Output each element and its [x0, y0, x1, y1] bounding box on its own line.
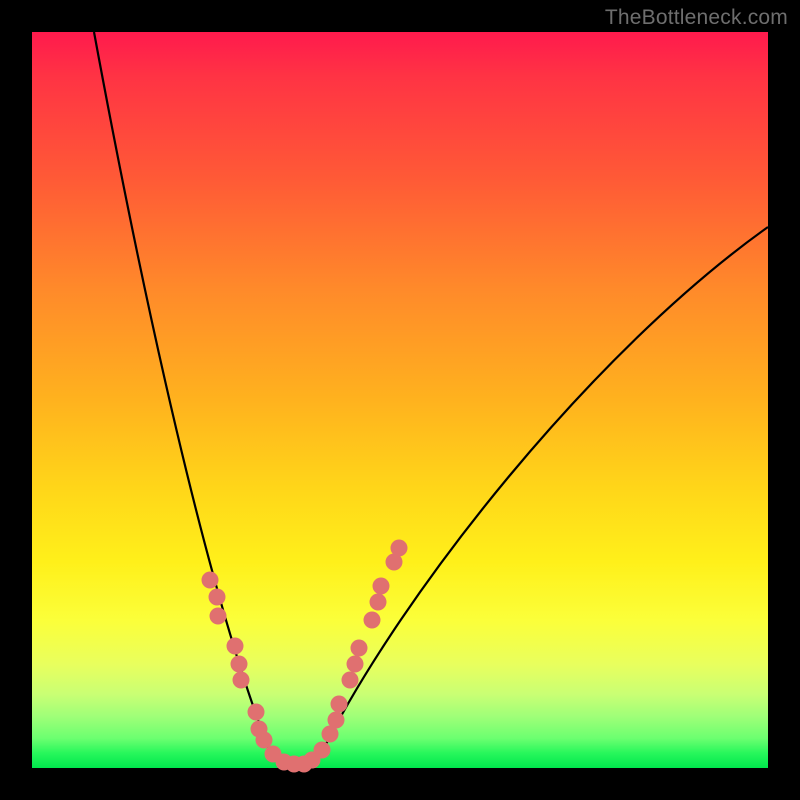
data-dot [231, 656, 248, 673]
dots-left-group [202, 572, 303, 773]
data-dot [256, 732, 273, 749]
data-dot [331, 696, 348, 713]
left-curve [94, 32, 294, 767]
dots-right-group [296, 540, 408, 773]
right-curve [294, 227, 768, 767]
data-dot [347, 656, 364, 673]
data-dot [210, 608, 227, 625]
data-dot [391, 540, 408, 557]
curve-layer [32, 32, 768, 768]
data-dot [342, 672, 359, 689]
data-dot [314, 742, 331, 759]
data-dot [328, 712, 345, 729]
chart-frame: TheBottleneck.com [0, 0, 800, 800]
data-dot [351, 640, 368, 657]
data-dot [209, 589, 226, 606]
data-dot [370, 594, 387, 611]
data-dot [373, 578, 390, 595]
data-dot [202, 572, 219, 589]
data-dot [364, 612, 381, 629]
data-dot [227, 638, 244, 655]
data-dot [233, 672, 250, 689]
data-dot [248, 704, 265, 721]
watermark-text: TheBottleneck.com [605, 6, 788, 30]
